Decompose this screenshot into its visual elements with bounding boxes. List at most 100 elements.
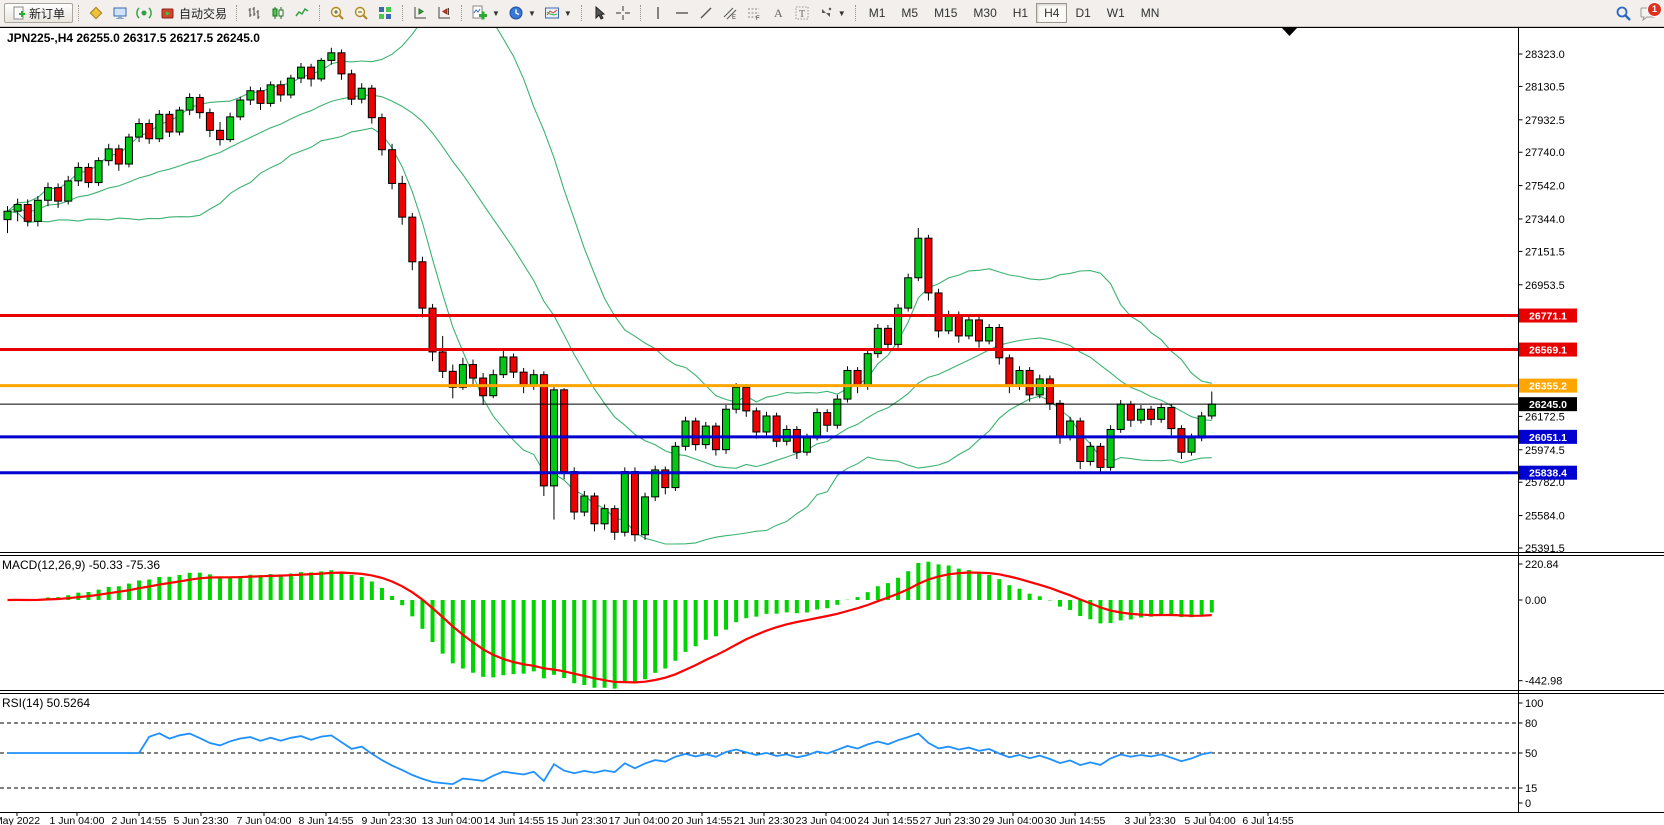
timeframe-h4[interactable]: H4 xyxy=(1036,3,1067,23)
svg-text:A: A xyxy=(774,6,783,20)
autotrading-label: 自动交易 xyxy=(179,5,227,22)
zoom-out-button[interactable] xyxy=(349,3,373,23)
templates-button[interactable]: ▼ xyxy=(540,3,576,23)
svg-text:15: 15 xyxy=(1525,783,1537,795)
terminal-button[interactable] xyxy=(108,3,132,23)
search-icon xyxy=(1615,5,1632,22)
equidistant-channel-icon: E xyxy=(722,5,738,21)
date-axis: May 20221 Jun 04:002 Jun 14:555 Jun 23:3… xyxy=(0,813,1294,825)
timeframe-mn[interactable]: MN xyxy=(1133,3,1168,23)
dropdown-caret: ▼ xyxy=(492,9,500,18)
line-chart-icon xyxy=(294,5,310,21)
line-chart-button[interactable] xyxy=(290,3,314,23)
notifications-button[interactable]: 1 xyxy=(1636,3,1660,23)
svg-text:23 Jun 04:00: 23 Jun 04:00 xyxy=(796,815,857,825)
add-indicator-icon xyxy=(471,5,488,21)
channel-tool-button[interactable]: E xyxy=(718,3,742,23)
svg-text:9 Jun 23:30: 9 Jun 23:30 xyxy=(362,815,417,825)
svg-text:13 Jun 04:00: 13 Jun 04:00 xyxy=(422,815,483,825)
svg-text:24 Jun 14:55: 24 Jun 14:55 xyxy=(858,815,919,825)
svg-text:5 Jul 04:00: 5 Jul 04:00 xyxy=(1184,815,1236,825)
autotrading-icon xyxy=(160,5,176,21)
timeframe-d1[interactable]: D1 xyxy=(1067,3,1098,23)
toolbar-separator xyxy=(855,5,856,21)
new-order-button[interactable]: 新订单 xyxy=(4,3,73,23)
vertical-line-icon xyxy=(650,5,666,21)
vertical-line-tool-button[interactable] xyxy=(646,3,670,23)
crosshair-tool-button[interactable] xyxy=(611,3,635,23)
signals-button[interactable] xyxy=(132,3,156,23)
svg-text:26051.1: 26051.1 xyxy=(1529,432,1567,444)
tile-windows-button[interactable] xyxy=(373,3,397,23)
svg-text:25584.0: 25584.0 xyxy=(1525,511,1565,523)
svg-text:F: F xyxy=(756,16,760,21)
arrows-tool-button[interactable]: ▼ xyxy=(814,3,850,23)
periods-clock-icon xyxy=(508,5,524,21)
svg-text:26172.5: 26172.5 xyxy=(1525,411,1565,423)
cursor-tool-button[interactable] xyxy=(587,3,611,23)
chart-area[interactable]: 28323.028130.527932.527740.027542.027344… xyxy=(0,0,1664,825)
horizontal-line-tool-button[interactable] xyxy=(670,3,694,23)
candlestick-icon xyxy=(270,5,286,21)
timeframe-m5[interactable]: M5 xyxy=(893,3,926,23)
macd-indicator-label: MACD(12,26,9) -50.33 -75.36 xyxy=(2,558,160,572)
svg-text:26953.5: 26953.5 xyxy=(1525,280,1565,292)
dropdown-caret: ▼ xyxy=(564,9,572,18)
fibonacci-tool-button[interactable]: F xyxy=(742,3,766,23)
svg-text:29 Jun 04:00: 29 Jun 04:00 xyxy=(983,815,1044,825)
toolbar-separator xyxy=(236,5,237,21)
svg-text:8 Jun 14:55: 8 Jun 14:55 xyxy=(299,815,354,825)
metaeditor-button[interactable] xyxy=(84,3,108,23)
svg-text:28130.5: 28130.5 xyxy=(1525,81,1565,93)
toolbar: 新订单 自动交易 xyxy=(0,0,1664,27)
svg-text:14 Jun 14:55: 14 Jun 14:55 xyxy=(484,815,545,825)
timeframe-m15[interactable]: M15 xyxy=(926,3,965,23)
dropdown-caret: ▼ xyxy=(528,9,536,18)
zoom-in-button[interactable] xyxy=(325,3,349,23)
svg-text:-442.98: -442.98 xyxy=(1525,676,1562,688)
svg-text:25838.4: 25838.4 xyxy=(1529,468,1567,480)
svg-text:25391.5: 25391.5 xyxy=(1525,543,1565,555)
timeframe-w1[interactable]: W1 xyxy=(1099,3,1133,23)
add-indicator-button[interactable]: ▼ xyxy=(467,3,504,23)
svg-text:15 Jun 23:30: 15 Jun 23:30 xyxy=(547,815,608,825)
auto-scroll-button[interactable] xyxy=(408,3,432,23)
search-button[interactable] xyxy=(1611,3,1636,23)
svg-text:27151.5: 27151.5 xyxy=(1525,246,1565,258)
text-label-icon: T xyxy=(794,5,810,21)
svg-text:28323.0: 28323.0 xyxy=(1525,49,1565,61)
text-tool-button[interactable]: A xyxy=(766,3,790,23)
timeframe-h1[interactable]: H1 xyxy=(1005,3,1036,23)
svg-text:21 Jun 23:30: 21 Jun 23:30 xyxy=(734,815,795,825)
rsi-indicator-label: RSI(14) 50.5264 xyxy=(2,696,90,710)
tile-windows-icon xyxy=(377,5,393,21)
svg-text:2 Jun 14:55: 2 Jun 14:55 xyxy=(112,815,167,825)
periods-button[interactable]: ▼ xyxy=(504,3,540,23)
svg-text:0.00: 0.00 xyxy=(1525,595,1546,607)
svg-text:27542.0: 27542.0 xyxy=(1525,181,1565,193)
svg-text:T: T xyxy=(799,9,805,20)
svg-text:80: 80 xyxy=(1525,718,1537,730)
svg-text:0: 0 xyxy=(1525,798,1531,810)
svg-text:25974.5: 25974.5 xyxy=(1525,445,1565,457)
svg-text:26771.1: 26771.1 xyxy=(1529,311,1567,323)
label-tool-button[interactable]: T xyxy=(790,3,814,23)
svg-text:1 Jun 04:00: 1 Jun 04:00 xyxy=(50,815,105,825)
bar-chart-icon xyxy=(246,5,262,21)
toolbar-separator xyxy=(640,5,641,21)
notification-badge: 1 xyxy=(1647,2,1662,17)
svg-text:17 Jun 04:00: 17 Jun 04:00 xyxy=(609,815,670,825)
zoom-out-icon xyxy=(353,5,369,21)
timeframe-group: M1M5M15M30H1H4D1W1MN xyxy=(861,3,1168,23)
svg-text:27740.0: 27740.0 xyxy=(1525,147,1565,159)
timeframe-m1[interactable]: M1 xyxy=(861,3,894,23)
chart-shift-button[interactable] xyxy=(432,3,456,23)
svg-text:220.84: 220.84 xyxy=(1525,559,1559,571)
trendline-tool-button[interactable] xyxy=(694,3,718,23)
bar-chart-button[interactable] xyxy=(242,3,266,23)
timeframe-m30[interactable]: M30 xyxy=(965,3,1004,23)
autotrading-button[interactable]: 自动交易 xyxy=(156,3,231,23)
candlestick-button[interactable] xyxy=(266,3,290,23)
svg-text:20 Jun 14:55: 20 Jun 14:55 xyxy=(672,815,733,825)
chart-shift-icon xyxy=(436,5,452,21)
